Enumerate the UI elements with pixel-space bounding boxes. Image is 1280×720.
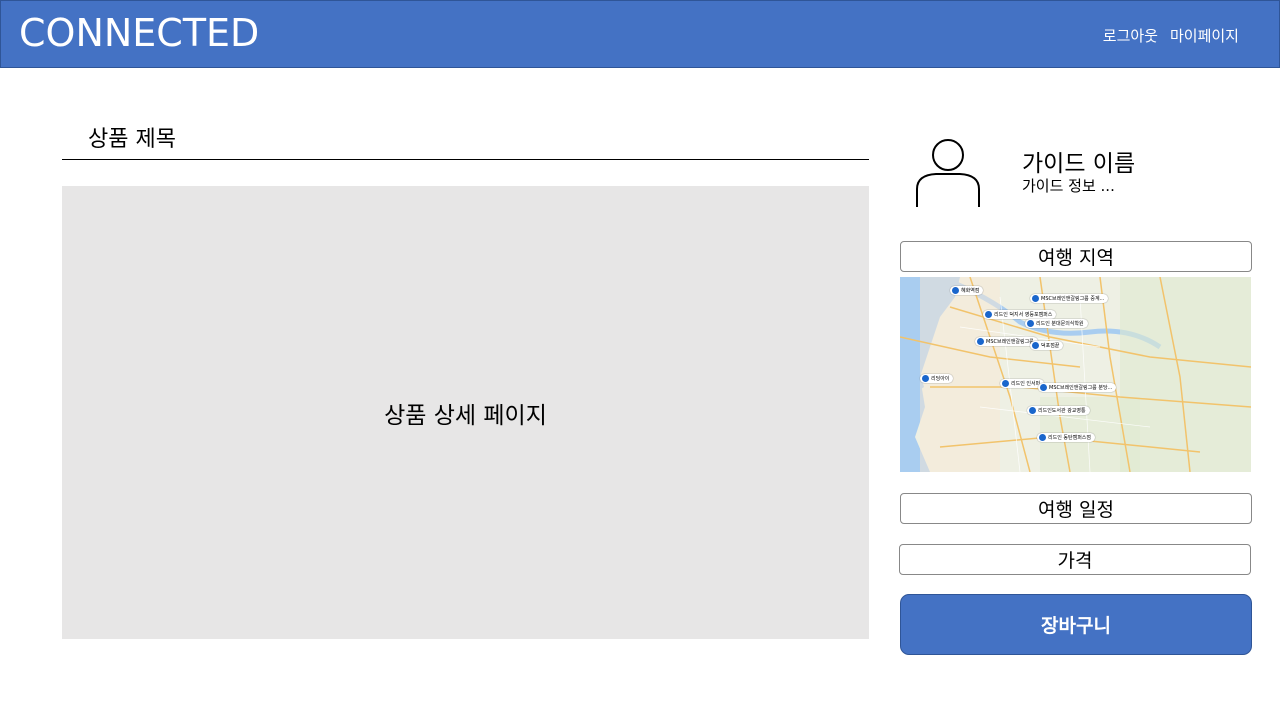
map-marker[interactable]: MSC브레인앤갈링그룹 — [975, 337, 1038, 346]
map-marker-label: MSC브레인앤갈링그룹 — [986, 339, 1034, 345]
brand-logo[interactable]: CONNECTED — [19, 11, 259, 55]
map-marker[interactable]: MSC브레인앤갈링그룹 분당... — [1038, 383, 1117, 392]
map-marker-label: 리드인 덕지서 영등포캠퍼스 — [994, 312, 1053, 318]
map-marker[interactable]: 리드인 동탄캠퍼스점 — [1037, 433, 1095, 442]
product-detail-area: 상품 상세 페이지 — [62, 186, 869, 639]
map-marker-label: 리드인도서관 광교영통 — [1038, 408, 1086, 414]
map-marker[interactable]: 리드인도서관 광교영통 — [1027, 406, 1090, 415]
top-header: CONNECTED 로그아웃 마이페이지 — [0, 0, 1280, 68]
cart-button-label: 장바구니 — [1041, 615, 1111, 637]
map-marker[interactable]: 리드인 분대문의식학원 — [1025, 319, 1088, 328]
product-title: 상품 제목 — [88, 127, 176, 152]
map-pin-icon — [1032, 342, 1039, 349]
map-marker-label: 리드인 인서퍼 — [1011, 381, 1041, 387]
map-marker[interactable]: 덕포점끝 — [1030, 341, 1064, 350]
add-to-cart-button[interactable]: 장바구니 — [900, 594, 1252, 655]
map-marker[interactable]: MSC브레인앤갈링그룹 중계... — [1030, 294, 1109, 303]
guide-info: 가이드 정보 ... — [1022, 177, 1115, 195]
logout-link[interactable]: 로그아웃 — [1103, 25, 1158, 46]
top-nav: 로그아웃 마이페이지 — [1103, 25, 1239, 46]
product-title-bar: 상품 제목 — [62, 118, 869, 160]
travel-region-label: 여행 지역 — [1038, 247, 1114, 269]
map-marker-label: 리드인 동탄캠퍼스점 — [1048, 435, 1091, 441]
travel-schedule-field[interactable]: 여행 일정 — [900, 493, 1252, 524]
map-marker-label: MSC브레인앤갈링그룹 분당... — [1049, 385, 1113, 391]
map-pin-icon — [952, 287, 959, 294]
map-canvas — [900, 277, 1251, 472]
mypage-link[interactable]: 마이페이지 — [1170, 25, 1239, 46]
map-pin-icon — [1040, 384, 1047, 391]
map-pin-icon — [985, 311, 992, 318]
travel-region-field[interactable]: 여행 지역 — [900, 241, 1252, 272]
map-marker-label: 리딩아이 — [931, 376, 950, 382]
map-pin-icon — [1032, 295, 1039, 302]
map-marker-label: 덕포점끝 — [1041, 343, 1060, 349]
price-label: 가격 — [1057, 550, 1093, 572]
map-pin-icon — [1029, 407, 1036, 414]
guide-name: 가이드 이름 — [1022, 151, 1136, 177]
map-pin-icon — [1039, 434, 1046, 441]
map-marker-label: 리드인 분대문의식학원 — [1036, 321, 1084, 327]
map-marker[interactable]: 리딩아이 — [920, 374, 954, 383]
map-pin-icon — [1027, 320, 1034, 327]
map-marker-label: 혜화역점 — [961, 288, 980, 294]
price-field[interactable]: 가격 — [899, 544, 1251, 575]
user-avatar-icon — [916, 139, 980, 207]
map-marker[interactable]: 리드인 덕지서 영등포캠퍼스 — [983, 310, 1057, 319]
map-pin-icon — [977, 338, 984, 345]
map-marker[interactable]: 혜화역점 — [950, 286, 984, 295]
region-map[interactable]: 혜화역점 MSC브레인앤갈링그룹 중계... 리드인 덕지서 영등포캠퍼스 리드… — [900, 277, 1251, 472]
map-marker-label: MSC브레인앤갈링그룹 중계... — [1041, 296, 1105, 302]
map-pin-icon — [922, 375, 929, 382]
map-pin-icon — [1002, 380, 1009, 387]
travel-schedule-label: 여행 일정 — [1038, 499, 1114, 521]
product-detail-label: 상품 상세 페이지 — [384, 402, 547, 429]
